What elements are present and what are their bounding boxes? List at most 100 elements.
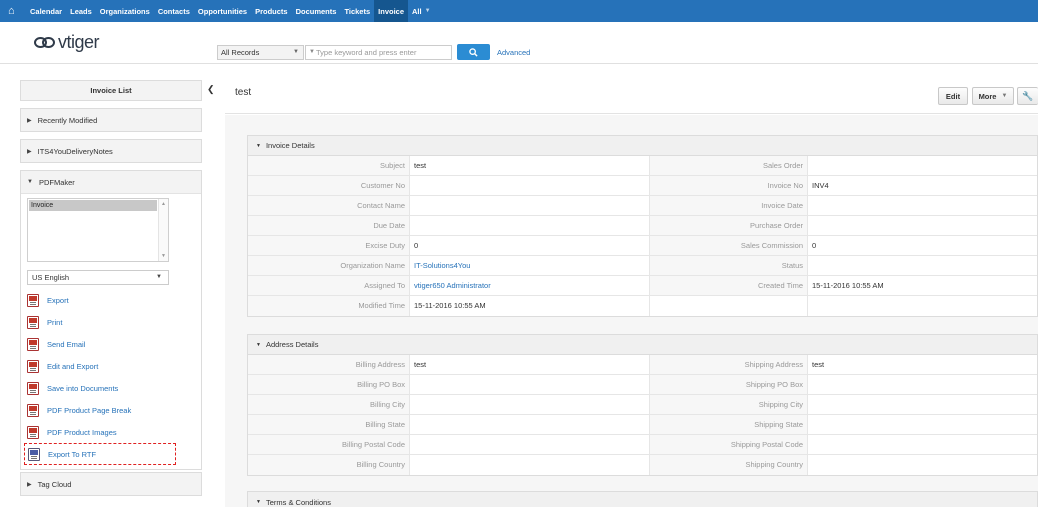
vtiger-logo[interactable]: vtiger [34,32,100,53]
rtf-export-icon [28,447,40,461]
terms-header[interactable]: ▼ Terms & Conditions [248,492,1037,507]
address-details-header[interactable]: ▼ Address Details [248,335,1037,355]
logo-text: vtiger [58,32,100,52]
home-icon[interactable]: ⌂ [8,5,26,17]
field-label [650,296,808,316]
advanced-search-link[interactable]: Advanced [497,48,530,57]
template-option[interactable]: Invoice [29,200,157,211]
pdf-send-email-action[interactable]: Send Email [27,333,195,355]
settings-button[interactable]: 🔧 [1017,87,1038,105]
pdf-save-documents-action[interactable]: Save into Documents [27,377,195,399]
nav-all-label: All [412,6,422,16]
field-value: 15-11-2016 10:55 AM [812,281,884,290]
invoice-list-title[interactable]: Invoice List [21,81,201,100]
field-value: 0 [812,241,817,250]
tag-cloud-block[interactable]: ▶ Tag Cloud [20,472,202,496]
nav-tickets[interactable]: Tickets [340,0,374,22]
terms-title: Terms & Conditions [265,497,331,507]
pdf-product-images-label: PDF Product Images [47,427,117,437]
language-select[interactable]: US English ▼ [27,270,169,285]
pdf-export-action[interactable]: Export [27,289,195,311]
search-button[interactable] [457,44,490,60]
export-to-rtf-action[interactable]: Export To RTF [24,443,176,465]
organization-link[interactable]: IT-Solutions4You [410,256,650,275]
pdf-print-action[interactable]: Print [27,311,195,333]
header-bar: vtiger [0,22,1038,64]
pdf-product-images-action[interactable]: PDF Product Images [27,421,195,443]
pdf-export-icon [27,293,39,307]
assigned-user-link[interactable]: vtiger650 Administrator [410,276,650,295]
field-value [808,216,1037,235]
invoice-details-block: ▼ Invoice Details Subject test Sales Order … [247,135,1038,317]
field-label: Sales Order [650,156,808,175]
records-filter-select[interactable]: All Records ▼ [217,45,304,60]
field-label: Modified Time [248,296,410,316]
field-label: Customer No [248,176,410,195]
nav-contacts[interactable]: Contacts [154,0,194,22]
caret-down-icon: ▼ [256,341,261,348]
field-value: 0 [410,236,650,255]
field-label: Billing PO Box [248,375,410,394]
nav-opportunities[interactable]: Opportunities [194,0,251,22]
nav-documents[interactable]: Documents [292,0,341,22]
pdf-print-icon [27,315,39,329]
nav-leads[interactable]: Leads [66,0,96,22]
caret-down-icon: ▼ [256,142,261,149]
detail-row: Organization Name IT-Solutions4You Status [248,256,1037,276]
template-listbox[interactable]: Invoice ▲ ▼ [27,198,169,262]
field-value [410,196,650,215]
pdf-page-break-label: PDF Product Page Break [47,405,132,415]
nav-invoice[interactable]: Invoice [374,0,408,22]
pdf-pagebreak-icon [27,403,39,417]
pdfmaker-header[interactable]: ▼ PDFMaker [21,171,201,193]
wrench-icon: 🔧 [1022,90,1034,101]
detail-row: Billing Country Shipping Country [248,455,1037,475]
search-input[interactable]: ▼ Type keyword and press enter [305,45,452,60]
field-label: Created Time [650,276,808,295]
detail-row: Due Date Purchase Order [248,216,1037,236]
field-value [410,415,650,434]
chevron-down-icon: ▼ [1001,93,1008,99]
nav-all[interactable]: All ▼ [408,0,435,22]
field-label: Billing State [248,415,410,434]
detail-row: Modified Time 15-11-2016 10:55 AM [248,296,1037,316]
delivery-notes-block[interactable]: ▶ ITS4YouDeliveryNotes [20,139,202,163]
pdf-save-icon [27,381,39,395]
pdf-edit-icon [27,359,39,373]
field-value [808,156,1037,175]
nav-organizations[interactable]: Organizations [96,0,154,22]
pdf-edit-export-action[interactable]: Edit and Export [27,355,195,377]
recently-modified-block[interactable]: ▶ Recently Modified [20,108,202,132]
record-title: test [235,87,252,98]
chevron-down-icon: ▼ [309,49,315,55]
field-label: Shipping Country [650,455,808,475]
invoice-details-header[interactable]: ▼ Invoice Details [248,136,1037,156]
collapse-sidebar-icon[interactable]: ❮ [207,84,215,95]
more-label: More [978,91,997,101]
field-label: Purchase Order [650,216,808,235]
language-value: US English [32,273,70,282]
field-value [410,455,650,475]
field-label: Shipping City [650,395,808,414]
edit-button[interactable]: Edit [938,87,968,105]
caret-right-icon: ▶ [27,148,32,155]
field-label: Contact Name [248,196,410,215]
detail-row: Customer No Invoice No INV4 [248,176,1037,196]
pdf-print-label: Print [47,317,63,327]
nav-products[interactable]: Products [251,0,292,22]
field-label: Status [650,256,808,275]
listbox-scrollbar[interactable]: ▲ ▼ [158,199,168,261]
field-label: Sales Commission [650,236,808,255]
field-value [410,216,650,235]
field-value [410,176,650,195]
pdfmaker-label: PDFMaker [38,177,75,187]
pdf-images-icon [27,425,39,439]
nav-calendar[interactable]: Calendar [26,0,66,22]
chevron-down-icon: ▼ [293,49,299,55]
caret-right-icon: ▶ [27,481,32,488]
field-label: Due Date [248,216,410,235]
pdf-page-break-action[interactable]: PDF Product Page Break [27,399,195,421]
more-button[interactable]: More ▼ [972,87,1014,105]
field-label: Invoice No [650,176,808,195]
detail-row: Billing PO Box Shipping PO Box [248,375,1037,395]
